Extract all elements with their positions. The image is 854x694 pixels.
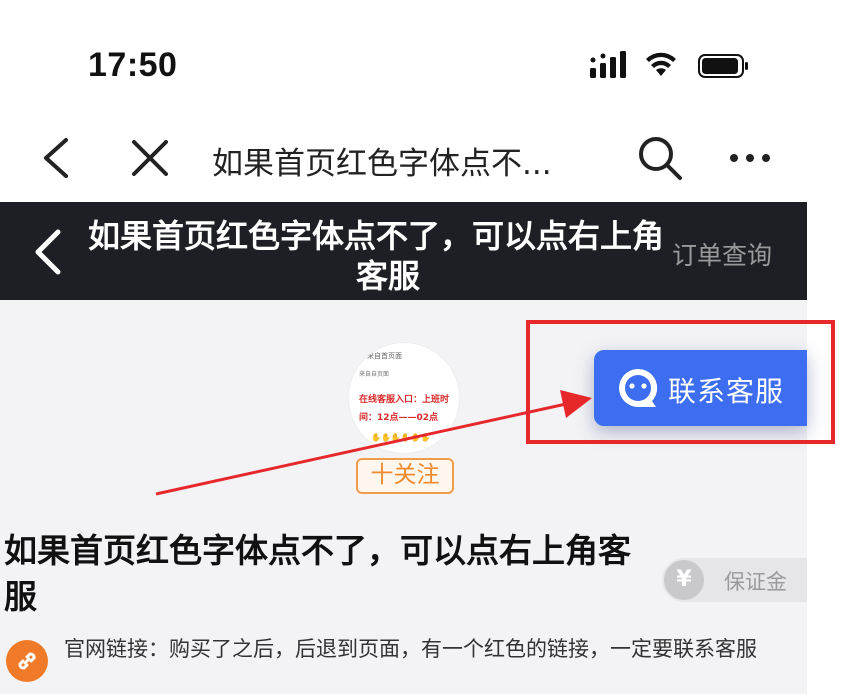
avatar-mini-sub: 来自自页面 <box>359 371 390 378</box>
deposit-badge[interactable]: ¥ 保证金 <box>662 558 807 602</box>
back-icon[interactable] <box>38 136 74 180</box>
yuan-icon: ¥ <box>664 560 704 600</box>
deposit-label: 保证金 <box>724 570 787 594</box>
banner-title-line2: 客服 <box>355 257 420 295</box>
follow-button[interactable]: 十关注 <box>356 458 454 494</box>
header-banner: 如果首页红色字体点不了，可以点右上角 客服 订单查询 <box>0 202 807 300</box>
order-query-link[interactable]: 订单查询 <box>672 236 772 272</box>
page-title: 如果首页红色字体点不... <box>212 146 552 182</box>
battery-icon <box>698 54 748 78</box>
more-icon[interactable] <box>728 148 772 168</box>
annotation-highlight-box <box>526 320 835 444</box>
avatar-hands-icon: ✋✋✋✋✋✋ <box>371 433 431 442</box>
close-icon[interactable] <box>130 138 170 178</box>
shop-avatar[interactable]: 来自首页面 来自自页面 在线客服入口：上班时间：12点——02点 ✋✋✋✋✋✋ <box>348 342 460 454</box>
link-icon <box>6 640 48 682</box>
avatar-mini-red-text: 在线客服入口：上班时间：12点——02点 <box>359 395 450 423</box>
product-title: 如果首页红色字体点不了，可以点右上角客服 <box>4 531 631 616</box>
avatar-mini-top: 来自首页面 <box>367 352 402 360</box>
wifi-icon <box>646 52 676 76</box>
banner-title-line1: 如果首页红色字体点不了，可以点右上角 <box>88 217 665 255</box>
search-icon[interactable] <box>636 134 684 182</box>
product-description: 官网链接：购买了之后，后退到页面，有一个红色的链接，一定要联系客服 <box>64 637 757 661</box>
signal-icon <box>590 51 626 78</box>
status-time: 17:50 <box>88 46 178 84</box>
avatar-mini-red: 在线客服入口：上班时间：12点——02点 <box>359 391 459 427</box>
